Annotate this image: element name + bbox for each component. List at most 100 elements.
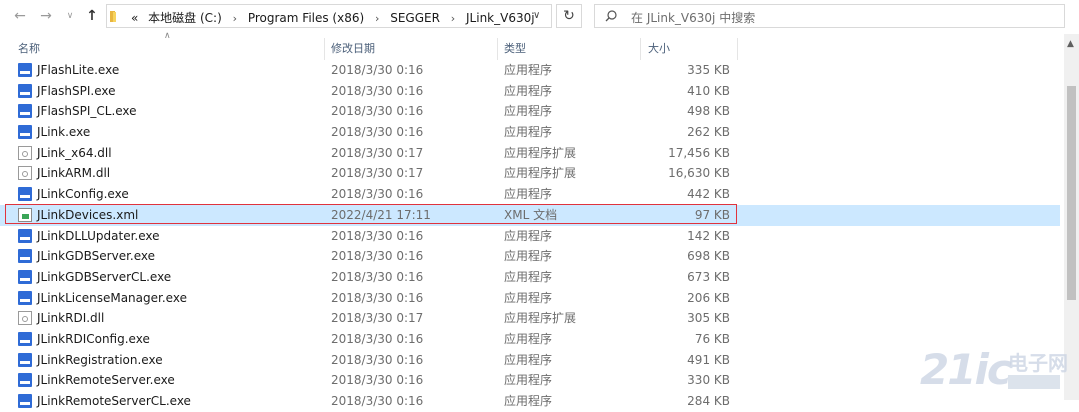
file-row[interactable]: JLinkLicenseManager.exe 2018/3/30 0:16 应用程… [0, 288, 1060, 309]
file-type: 应用程序 [504, 331, 553, 346]
column-divider[interactable] [497, 38, 498, 60]
file-type: 应用程序 [504, 269, 553, 284]
file-row[interactable]: JLinkRegistration.exe 2018/3/30 0:16 应用程序 4… [0, 350, 1060, 371]
file-row[interactable]: JLinkGDBServer.exe 2018/3/30 0:16 应用程序 698 … [0, 246, 1060, 267]
column-header-type[interactable]: 类型 [504, 38, 526, 60]
column-header-size[interactable]: 大小 [648, 38, 670, 60]
file-size: 673 KB [687, 269, 730, 284]
file-name: JLinkRDI.dll [37, 311, 105, 326]
refresh-icon[interactable]: ↻ [556, 4, 582, 28]
file-date: 2018/3/30 0:17 [331, 145, 424, 160]
arrow-left-icon[interactable]: ← [12, 8, 28, 24]
file-row[interactable]: JFlashSPI_CL.exe 2018/3/30 0:16 应用程序 498 KB [0, 101, 1060, 122]
file-size: 262 KB [687, 125, 730, 140]
breadcrumb: « 本地磁盘 (C:) › Program Files (x86) › SEGG… [131, 9, 535, 26]
file-name: JLinkLicenseManager.exe [37, 290, 187, 305]
file-date: 2018/3/30 0:16 [331, 125, 424, 140]
file-type: 应用程序扩展 [504, 166, 577, 181]
application-icon [18, 187, 32, 202]
breadcrumb-item[interactable]: Program Files (x86) [248, 11, 364, 25]
file-name: JLinkRDIConfig.exe [37, 331, 150, 346]
file-name: JLinkGDBServerCL.exe [37, 269, 172, 284]
application-icon [18, 228, 32, 243]
file-size: 335 KB [687, 63, 730, 77]
file-date: 2018/3/30 0:16 [331, 394, 424, 408]
arrow-up-icon[interactable]: ↑ [84, 8, 100, 24]
file-name: JFlashSPI.exe [37, 83, 116, 98]
scrollbar-thumb[interactable] [1067, 86, 1076, 300]
column-divider[interactable] [324, 38, 325, 60]
file-date: 2018/3/30 0:17 [331, 311, 424, 326]
breadcrumb-item[interactable]: SEGGER [390, 11, 440, 25]
file-row[interactable]: JLink_x64.dll 2018/3/30 0:17 应用程序扩展 17,456 … [0, 143, 1060, 164]
file-date: 2018/3/30 0:16 [331, 83, 424, 98]
breadcrumb-item[interactable]: JLink_V630j [466, 11, 535, 25]
chevron-down-icon[interactable]: ∨ [62, 8, 78, 24]
application-icon [18, 269, 32, 284]
file-row[interactable]: JLinkRemoteServer.exe 2018/3/30 0:16 应用程序 3… [0, 370, 1060, 391]
application-icon [18, 290, 32, 305]
application-icon [18, 125, 32, 140]
file-name: JLink.exe [37, 125, 91, 140]
column-divider[interactable] [737, 38, 738, 60]
file-name: JLinkARM.dll [37, 166, 111, 181]
file-size: 284 KB [687, 394, 730, 408]
file-type: 应用程序 [504, 63, 553, 77]
breadcrumb-separator[interactable]: › [233, 12, 237, 25]
breadcrumb-separator[interactable]: › [375, 12, 379, 25]
file-size: 491 KB [687, 352, 730, 367]
file-size: 330 KB [687, 373, 730, 388]
file-type: 应用程序扩展 [504, 311, 577, 326]
folder-icon [110, 11, 116, 22]
file-size: 698 KB [687, 249, 730, 264]
address-dropdown-icon[interactable]: ∨ [533, 10, 545, 22]
file-name: JLinkRemoteServer.exe [37, 373, 175, 388]
address-bar[interactable]: « 本地磁盘 (C:) › Program Files (x86) › SEGG… [106, 4, 552, 28]
file-row[interactable]: JLinkRDIConfig.exe 2018/3/30 0:16 应用程序 76 K… [0, 329, 1060, 350]
file-row[interactable]: JLinkGDBServerCL.exe 2018/3/30 0:16 应用程序 67… [0, 267, 1060, 288]
application-icon [18, 373, 32, 388]
file-name: JLinkRegistration.exe [37, 352, 163, 367]
file-type: 应用程序 [504, 352, 553, 367]
arrow-right-icon[interactable]: → [38, 8, 54, 24]
breadcrumb-overflow[interactable]: « [131, 11, 138, 25]
file-row[interactable]: JLinkRemoteServerCL.exe 2018/3/30 0:16 应用程… [0, 391, 1060, 412]
file-date: 2018/3/30 0:16 [331, 290, 424, 305]
file-size: 206 KB [687, 290, 730, 305]
column-header-date[interactable]: 修改日期 [331, 38, 375, 60]
file-row[interactable]: JFlashSPI.exe 2018/3/30 0:16 应用程序 410 KB [0, 81, 1060, 102]
column-header-name[interactable]: 名称 [18, 38, 40, 60]
search-placeholder: 在 JLink_V630j 中搜索 [631, 11, 756, 25]
file-type: 应用程序 [504, 228, 553, 243]
watermark-tag [1008, 375, 1060, 389]
file-date: 2018/3/30 0:16 [331, 373, 424, 388]
file-date: 2018/3/30 0:16 [331, 249, 424, 264]
watermark-text: 21ic [920, 345, 1012, 394]
file-row[interactable]: JLinkARM.dll 2018/3/30 0:17 应用程序扩展 16,630 K… [0, 163, 1060, 184]
dll-file-icon [18, 166, 32, 181]
file-row[interactable]: JLinkDLLUpdater.exe 2018/3/30 0:16 应用程序 142… [0, 226, 1060, 247]
file-list: JFlashLite.exe 2018/3/30 0:16 应用程序 335 KB JF… [0, 60, 1060, 412]
file-size: 16,630 KB [668, 166, 730, 181]
file-type: 应用程序 [504, 187, 553, 202]
file-type: 应用程序 [504, 104, 553, 119]
watermark-cn: 电子网 [1008, 351, 1068, 375]
file-row[interactable]: JFlashLite.exe 2018/3/30 0:16 应用程序 335 KB [0, 60, 1060, 81]
file-row[interactable]: JLinkRDI.dll 2018/3/30 0:17 应用程序扩展 305 KB [0, 308, 1060, 329]
file-name: JLinkGDBServer.exe [37, 249, 156, 264]
file-date: 2018/3/30 0:16 [331, 228, 424, 243]
watermark-logo: 21ic 电子网 [920, 345, 1070, 397]
file-size: 498 KB [687, 104, 730, 119]
column-divider[interactable] [640, 38, 641, 60]
search-box[interactable]: 在 JLink_V630j 中搜索 [594, 4, 1065, 28]
breadcrumb-separator[interactable]: › [451, 12, 455, 25]
file-row[interactable]: JLinkConfig.exe 2018/3/30 0:16 应用程序 442 KB [0, 184, 1060, 205]
breadcrumb-item[interactable]: 本地磁盘 (C:) [148, 11, 222, 25]
file-size: 17,456 KB [668, 145, 730, 160]
application-icon [18, 83, 32, 98]
file-name: JLinkRemoteServerCL.exe [37, 394, 191, 408]
search-icon [605, 10, 617, 22]
file-date: 2018/3/30 0:16 [331, 187, 424, 202]
file-row[interactable]: JLink.exe 2018/3/30 0:16 应用程序 262 KB [0, 122, 1060, 143]
scroll-up-icon[interactable]: ▲ [1067, 39, 1074, 49]
